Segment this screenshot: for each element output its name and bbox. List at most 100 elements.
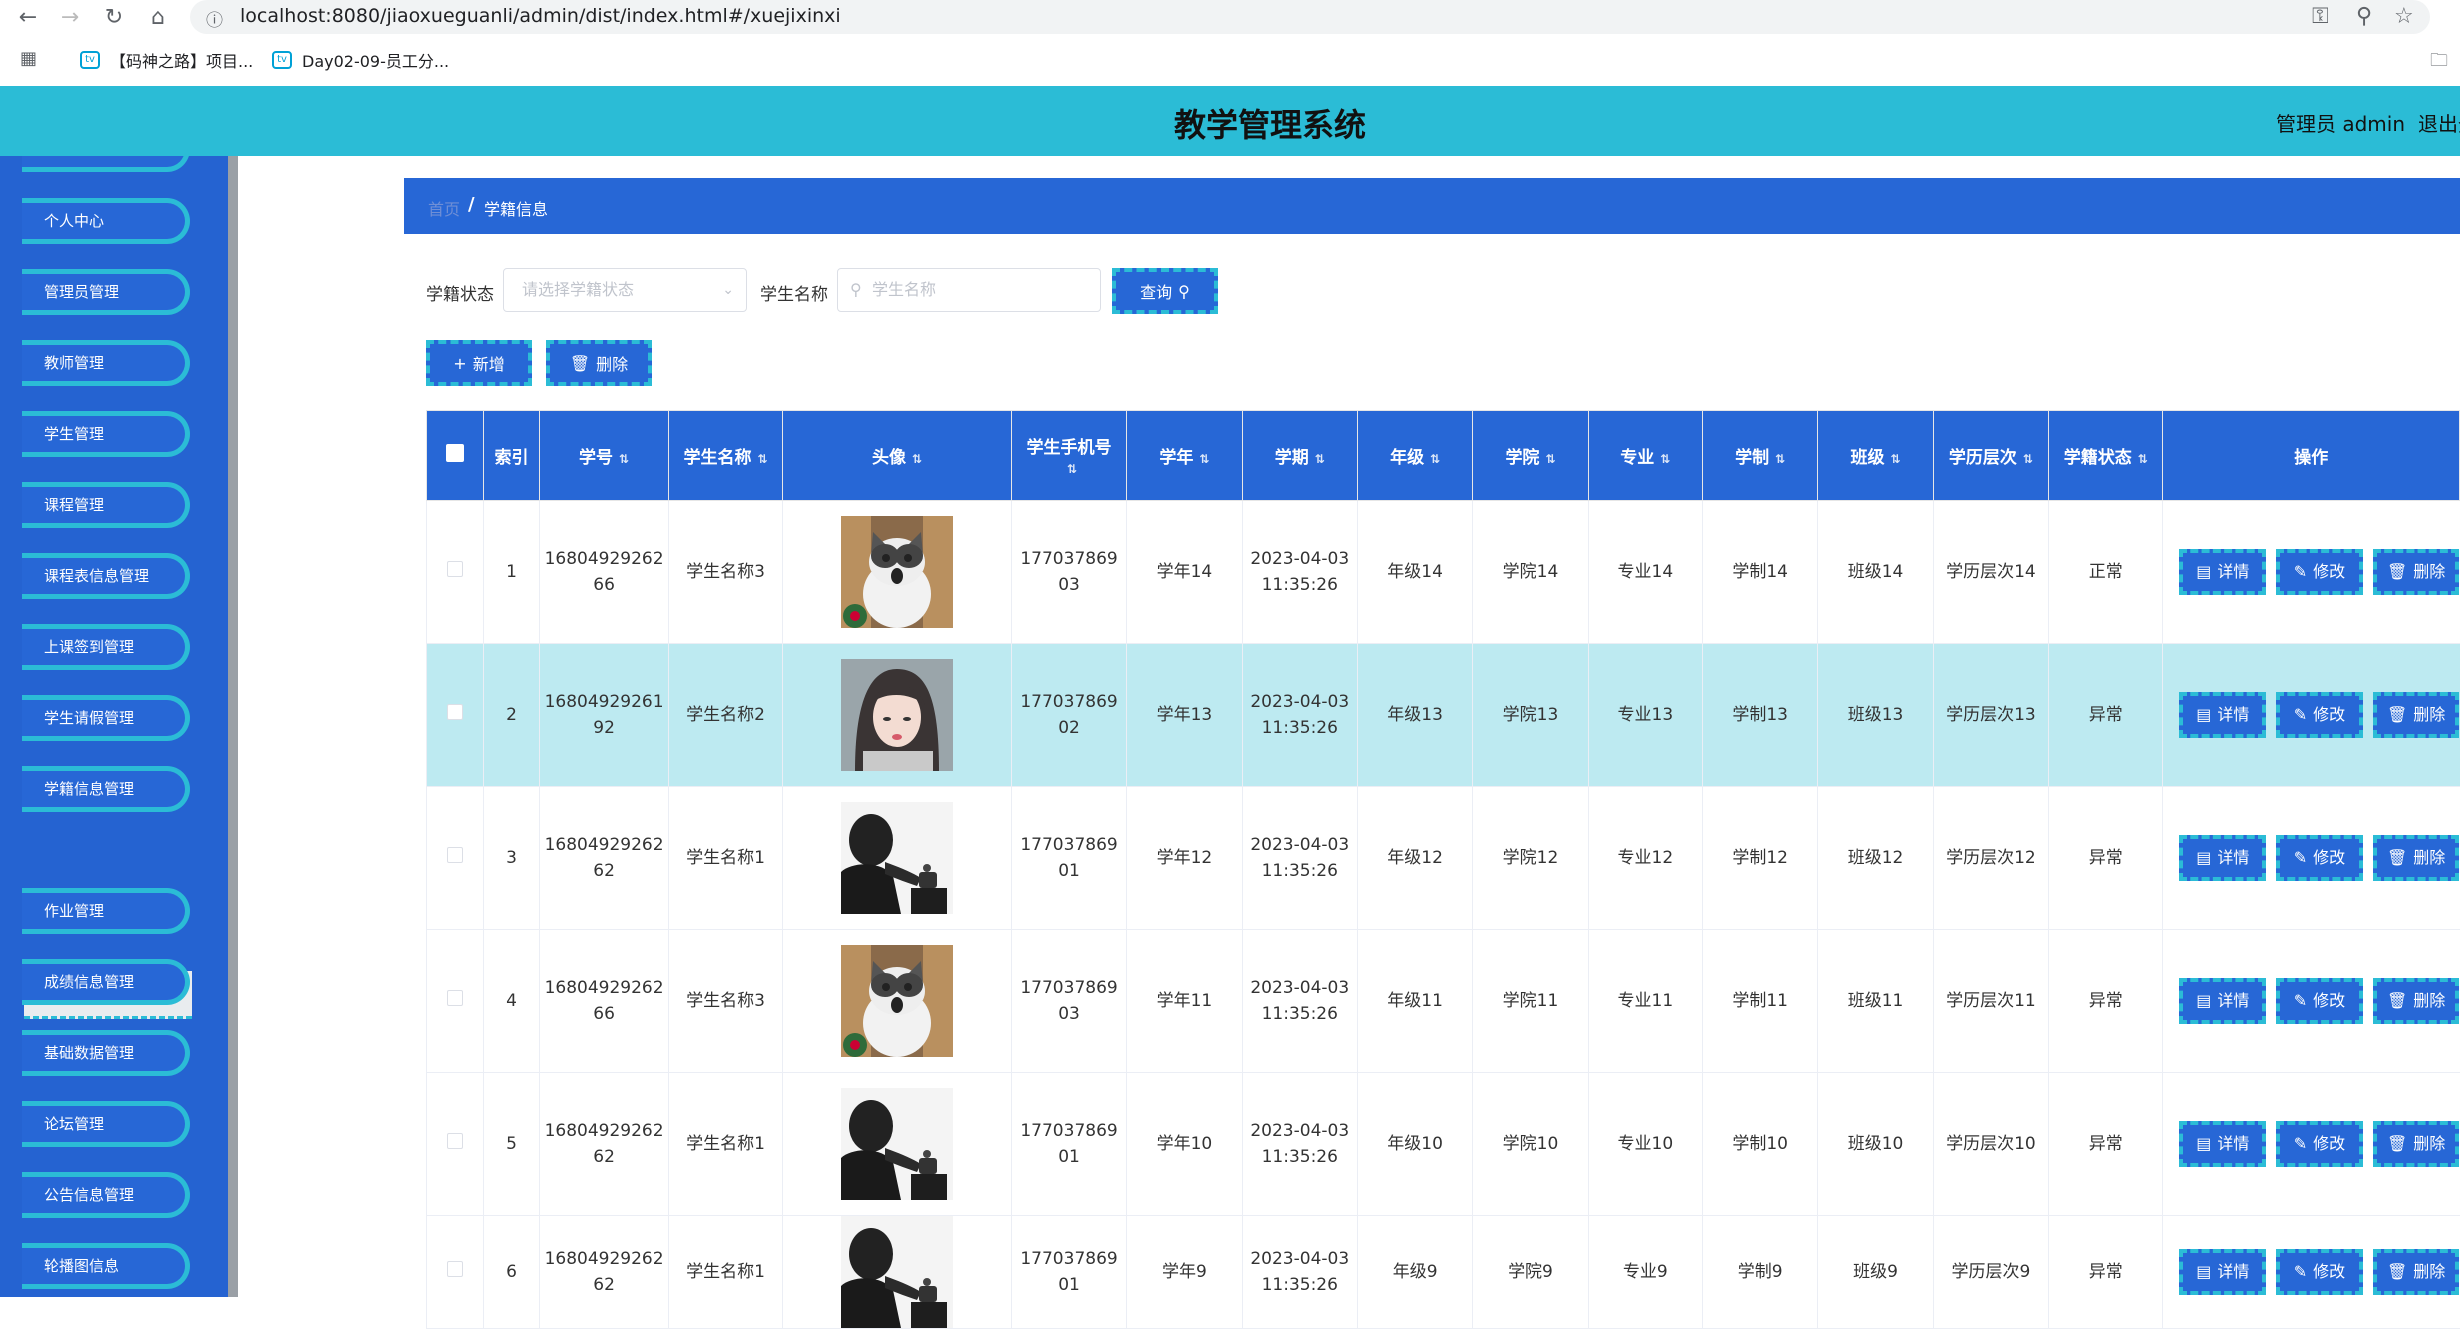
- detail-button[interactable]: ▤ 详情: [2179, 549, 2267, 595]
- sidebar-item-notice[interactable]: 公告信息管理: [22, 1172, 190, 1218]
- sidebar-item-forum[interactable]: 论坛管理: [22, 1101, 190, 1147]
- row-delete-button[interactable]: 🗑 删除: [2372, 549, 2460, 595]
- sort-icon[interactable]: ⇅: [1315, 452, 1325, 466]
- sidebar-item-students[interactable]: 学生管理: [22, 411, 190, 457]
- row-delete-button[interactable]: 🗑 删除: [2372, 1249, 2460, 1295]
- sort-icon[interactable]: ⇅: [1067, 462, 1077, 476]
- col-grade[interactable]: 年级 ⇅: [1356, 410, 1474, 501]
- table-row[interactable]: 3 16804929262 62 学生名称1 177037869 01 学年12 2…: [426, 786, 2460, 930]
- detail-button[interactable]: ▤ 详情: [2179, 978, 2267, 1024]
- sort-icon[interactable]: ⇅: [912, 452, 922, 466]
- sidebar-item-personal[interactable]: 个人中心: [22, 198, 190, 244]
- sort-icon[interactable]: ⇅: [2023, 452, 2033, 466]
- col-student-no[interactable]: 学号 ⇅: [539, 410, 669, 501]
- row-select-cell[interactable]: [426, 643, 484, 787]
- row-select-cell[interactable]: [426, 1215, 484, 1329]
- girl-avatar[interactable]: [841, 659, 954, 771]
- sort-icon[interactable]: ⇅: [757, 452, 767, 466]
- status-select[interactable]: 请选择学籍状态 ⌄: [503, 268, 747, 312]
- sidebar-item-home[interactable]: 首页: [22, 156, 190, 172]
- sidebar-item-leave[interactable]: 学生请假管理: [22, 695, 190, 741]
- row-delete-button[interactable]: 🗑 删除: [2372, 835, 2460, 881]
- row-checkbox[interactable]: [446, 561, 463, 577]
- row-select-cell[interactable]: [426, 1072, 484, 1216]
- col-student-name[interactable]: 学生名称 ⇅: [667, 410, 784, 501]
- row-delete-button[interactable]: 🗑 删除: [2372, 692, 2460, 738]
- query-button[interactable]: 查询 ⚲: [1112, 268, 1218, 314]
- edit-button[interactable]: ✎ 修改: [2276, 549, 2363, 595]
- table-row[interactable]: 4 16804929262 66 学生名称3 177037869 03 学年11 2…: [426, 929, 2460, 1073]
- row-checkbox[interactable]: [446, 1133, 463, 1149]
- row-checkbox[interactable]: [446, 704, 463, 720]
- detail-button[interactable]: ▤ 详情: [2179, 835, 2267, 881]
- select-all-checkbox[interactable]: [445, 444, 464, 462]
- home-icon[interactable]: ⌂: [144, 4, 172, 32]
- folder-icon[interactable]: 🗀: [2430, 48, 2448, 78]
- col-system[interactable]: 学制 ⇅: [1701, 410, 1819, 501]
- row-select-cell[interactable]: [426, 786, 484, 930]
- logout-link[interactable]: 退出登: [2418, 108, 2460, 137]
- detail-button[interactable]: ▤ 详情: [2179, 1249, 2267, 1295]
- back-icon[interactable]: ←: [14, 4, 42, 32]
- star-icon[interactable]: ☆: [2394, 4, 2414, 29]
- sort-icon[interactable]: ⇅: [1891, 452, 1901, 466]
- col-phone[interactable]: 学生手机号 ⇅: [1010, 410, 1128, 501]
- cat-avatar[interactable]: [841, 945, 954, 1057]
- col-status[interactable]: 学籍状态 ⇅: [2048, 410, 2164, 501]
- man-avatar[interactable]: [841, 1088, 954, 1200]
- add-button[interactable]: + 新增: [426, 340, 532, 386]
- sidebar-item-checkin[interactable]: 上课签到管理: [22, 624, 190, 670]
- sidebar-item-carousel[interactable]: 轮播图信息: [22, 1243, 190, 1289]
- sort-icon[interactable]: ⇅: [619, 452, 629, 466]
- sort-icon[interactable]: ⇅: [1430, 452, 1440, 466]
- batch-delete-button[interactable]: 🗑 删除: [546, 340, 652, 386]
- table-row[interactable]: 1 16804929262 66 学生名称3 177037869 03 学年14 2…: [426, 500, 2460, 644]
- info-icon[interactable]: ⓘ: [206, 6, 223, 31]
- table-row[interactable]: 5 16804929262 62 学生名称1 177037869 01 学年10 2…: [426, 1072, 2460, 1216]
- man-avatar[interactable]: [841, 802, 954, 914]
- sort-icon[interactable]: ⇅: [1199, 452, 1209, 466]
- col-class[interactable]: 班级 ⇅: [1817, 410, 1934, 501]
- zoom-icon[interactable]: ⚲: [2356, 4, 2372, 29]
- sidebar-item-basedata[interactable]: 基础数据管理: [22, 1030, 190, 1076]
- edit-button[interactable]: ✎ 修改: [2276, 1249, 2363, 1295]
- url-text[interactable]: localhost:8080/jiaoxueguanli/admin/dist/…: [240, 5, 841, 27]
- detail-button[interactable]: ▤ 详情: [2179, 692, 2267, 738]
- col-year[interactable]: 学年 ⇅: [1126, 410, 1243, 501]
- sort-icon[interactable]: ⇅: [1545, 452, 1555, 466]
- sidebar-item-grades[interactable]: 成绩信息管理: [22, 959, 190, 1005]
- sidebar-item-teachers[interactable]: 教师管理: [22, 340, 190, 386]
- col-level[interactable]: 学历层次 ⇅: [1932, 410, 2050, 501]
- table-row[interactable]: 2 16804929261 92 学生名称2 177037869 02 学年13 2…: [426, 643, 2460, 787]
- bookmark-2[interactable]: tv Day02-09-员工分...: [272, 48, 449, 72]
- sidebar-item-status-mgmt[interactable]: 学籍信息管理: [22, 766, 190, 812]
- sidebar-item-homework[interactable]: 作业管理: [22, 888, 190, 934]
- sort-icon[interactable]: ⇅: [1660, 452, 1670, 466]
- select-all-cell[interactable]: [426, 410, 484, 501]
- table-row[interactable]: 6 16804929262 62 学生名称1 177037869 01 学年9 20…: [426, 1215, 2460, 1329]
- col-term[interactable]: 学期 ⇅: [1241, 410, 1358, 501]
- edit-button[interactable]: ✎ 修改: [2276, 692, 2363, 738]
- apps-icon[interactable]: ▦: [20, 48, 37, 69]
- reload-icon[interactable]: ↻: [100, 4, 128, 32]
- forward-icon[interactable]: →: [56, 4, 84, 32]
- bookmark-1[interactable]: tv 【码神之路】项目...: [80, 48, 253, 72]
- row-delete-button[interactable]: 🗑 删除: [2372, 978, 2460, 1024]
- detail-button[interactable]: ▤ 详情: [2179, 1121, 2267, 1167]
- key-icon[interactable]: ⚿: [2312, 4, 2329, 29]
- col-major[interactable]: 专业 ⇅: [1587, 410, 1704, 501]
- breadcrumb-home[interactable]: 首页: [428, 196, 460, 220]
- student-name-input[interactable]: ⚲ 学生名称: [837, 268, 1101, 312]
- sidebar-item-courses[interactable]: 课程管理: [22, 482, 190, 528]
- edit-button[interactable]: ✎ 修改: [2276, 978, 2363, 1024]
- sidebar-item-schedule[interactable]: 课程表信息管理: [22, 553, 190, 599]
- col-college[interactable]: 学院 ⇅: [1472, 410, 1589, 501]
- row-checkbox[interactable]: [446, 1261, 463, 1277]
- row-select-cell[interactable]: [426, 500, 484, 644]
- edit-button[interactable]: ✎ 修改: [2276, 835, 2363, 881]
- sidebar-scrollbar[interactable]: [228, 156, 238, 1297]
- edit-button[interactable]: ✎ 修改: [2276, 1121, 2363, 1167]
- sort-icon[interactable]: ⇅: [1775, 452, 1785, 466]
- cat-avatar[interactable]: [841, 516, 954, 628]
- sort-icon[interactable]: ⇅: [2138, 452, 2148, 466]
